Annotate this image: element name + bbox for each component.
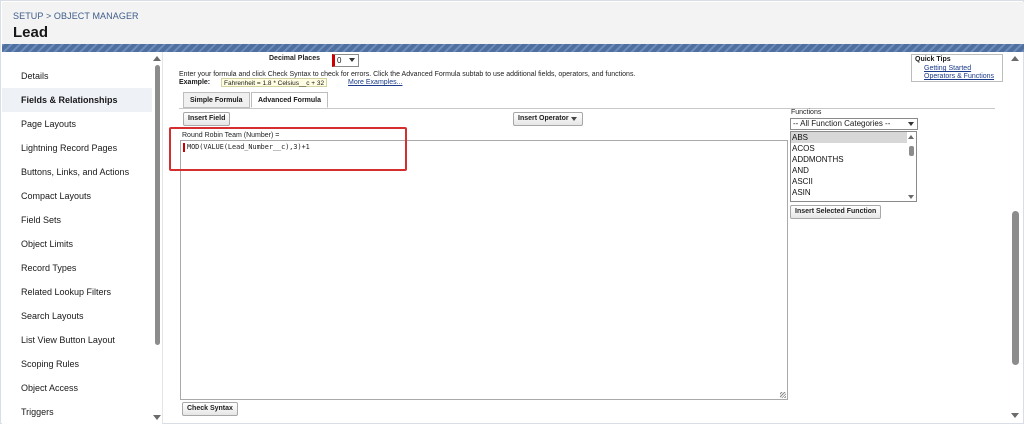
sidebar-item-related-lookup-filters[interactable]: Related Lookup Filters — [2, 280, 152, 304]
sidebar-scrollbar-thumb[interactable] — [155, 65, 160, 345]
function-category-select[interactable]: -- All Function Categories -- — [790, 118, 918, 130]
sidebar-item-search-layouts[interactable]: Search Layouts — [2, 304, 152, 328]
sidebar-item-object-access[interactable]: Object Access — [2, 376, 152, 400]
function-option[interactable]: ACOS — [791, 143, 907, 154]
listbox-scroll-up-icon[interactable] — [908, 135, 914, 139]
check-syntax-button[interactable]: Check Syntax — [182, 402, 238, 416]
quick-tips-title: Quick Tips — [915, 56, 951, 63]
listbox-scrollbar-thumb[interactable] — [909, 146, 914, 156]
sidebar-scroll-down-icon[interactable] — [153, 415, 161, 420]
app-frame: SETUP > OBJECT MANAGER Lead Details Fiel… — [0, 0, 1024, 424]
function-option[interactable]: ASIN — [791, 187, 907, 198]
functions-label: Functions — [791, 109, 822, 116]
insert-operator-button[interactable]: Insert Operator — [513, 112, 583, 126]
function-option[interactable]: ASCII — [791, 176, 907, 187]
formula-textarea[interactable]: MOD(VALUE(Lead_Number__c),3)+1 — [180, 140, 788, 400]
sidebar-item-lightning-record-pages[interactable]: Lightning Record Pages — [2, 136, 152, 160]
function-category-value: -- All Function Categories -- — [793, 119, 891, 128]
example-code: Fahrenheit = 1.8 * Celsius__c + 32 — [221, 78, 328, 87]
sidebar-item-scoping-rules[interactable]: Scoping Rules — [2, 352, 152, 376]
decimal-places-label: Decimal Places — [269, 55, 320, 62]
insert-selected-function-button[interactable]: Insert Selected Function — [790, 205, 882, 219]
page-scroll-down-icon[interactable] — [1011, 413, 1019, 418]
tab-advanced-formula[interactable]: Advanced Formula — [251, 92, 329, 108]
example-row: Example: Fahrenheit = 1.8 * Celsius__c +… — [179, 78, 402, 88]
listbox-scroll-down-icon[interactable] — [908, 195, 914, 199]
sidebar-item-compact-layouts[interactable]: Compact Layouts — [2, 184, 152, 208]
breadcrumb[interactable]: SETUP > OBJECT MANAGER — [13, 11, 139, 21]
function-option[interactable]: ADDMONTHS — [791, 154, 907, 165]
insert-field-button[interactable]: Insert Field — [183, 112, 231, 126]
chevron-down-icon — [349, 58, 355, 62]
example-label: Example: — [179, 79, 211, 86]
formula-editor-panel: Decimal Places 0 Enter your formula and … — [164, 52, 1009, 424]
page-scroll-up-icon[interactable] — [1011, 56, 1019, 61]
header-banner-stripe — [2, 44, 1024, 52]
sidebar-item-field-sets[interactable]: Field Sets — [2, 208, 152, 232]
page-title: Lead — [13, 24, 49, 41]
chevron-down-icon — [908, 122, 914, 126]
getting-started-link[interactable]: Getting Started — [924, 65, 971, 72]
functions-listbox[interactable]: ABS ACOS ADDMONTHS AND ASCII ASIN — [790, 131, 917, 202]
operators-functions-link[interactable]: Operators & Functions — [924, 73, 994, 80]
sidebar-item-list-view-button-layout[interactable]: List View Button Layout — [2, 328, 152, 352]
object-manager-sidebar: Details Fields & Relationships Page Layo… — [2, 52, 163, 424]
tab-divider — [179, 108, 995, 109]
sidebar-scroll-up-icon[interactable] — [153, 56, 161, 61]
decimal-places-select[interactable]: 0 — [332, 54, 359, 67]
decimal-places-value: 0 — [337, 56, 342, 65]
sidebar-item-triggers[interactable]: Triggers — [2, 400, 152, 424]
dropdown-arrow-icon — [571, 117, 577, 121]
formula-instructions: Enter your formula and click Check Synta… — [179, 71, 636, 78]
quick-tips-box: Quick Tips Getting Started Operators & F… — [911, 54, 1003, 82]
sidebar-item-buttons-links-actions[interactable]: Buttons, Links, and Actions — [2, 160, 152, 184]
resize-grip-icon[interactable] — [780, 392, 786, 398]
function-option[interactable]: ABS — [791, 132, 907, 143]
more-examples-link[interactable]: More Examples... — [348, 79, 402, 86]
sidebar-item-details[interactable]: Details — [2, 64, 152, 88]
page-scrollbar-thumb[interactable] — [1012, 211, 1019, 365]
tab-simple-formula[interactable]: Simple Formula — [183, 92, 250, 108]
sidebar-item-fields-relationships[interactable]: Fields & Relationships — [2, 88, 152, 112]
formula-highlight-box — [169, 127, 407, 171]
sidebar-item-page-layouts[interactable]: Page Layouts — [2, 112, 152, 136]
insert-operator-label: Insert Operator — [518, 115, 569, 122]
sidebar-item-record-types[interactable]: Record Types — [2, 256, 152, 280]
sidebar-item-object-limits[interactable]: Object Limits — [2, 232, 152, 256]
page-header: SETUP > OBJECT MANAGER Lead — [2, 2, 1024, 44]
function-option[interactable]: AND — [791, 165, 907, 176]
